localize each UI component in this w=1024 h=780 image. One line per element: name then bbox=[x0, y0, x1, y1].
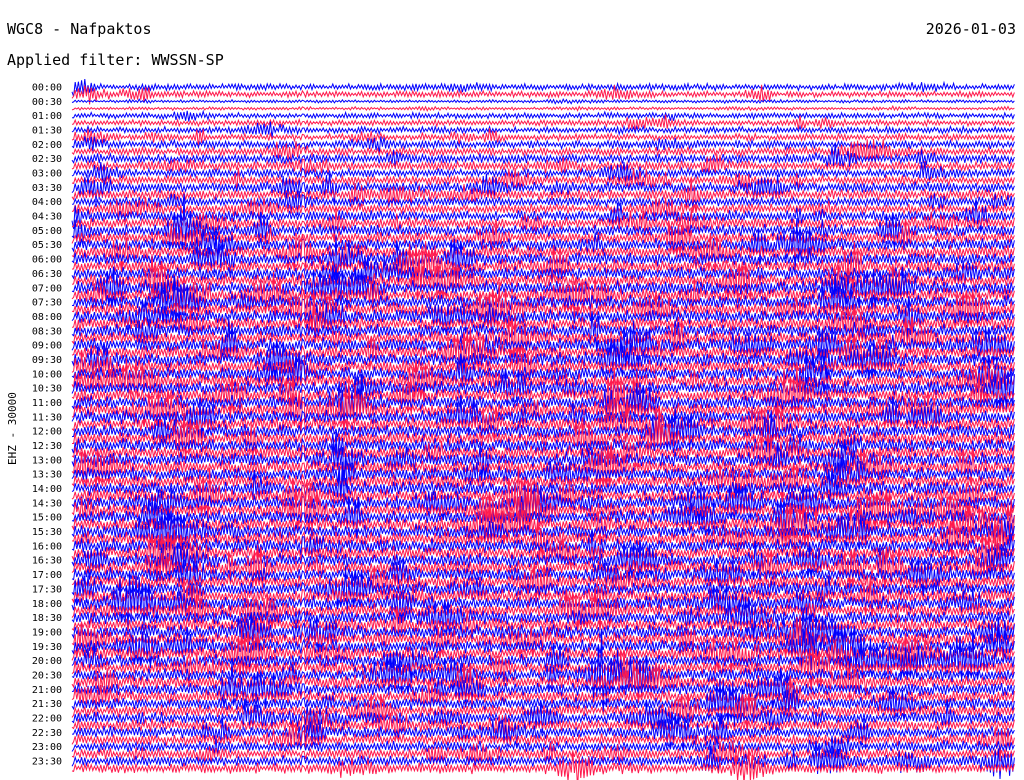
y-tick-label: 19:30 bbox=[32, 642, 62, 653]
y-tick-label: 17:30 bbox=[32, 584, 62, 595]
helicorder-plot: 00:00 00:30 01:00 01:30 02:00 02:30 03:00 03:30… bbox=[32, 79, 1015, 780]
y-tick-label: 10:00 bbox=[32, 369, 62, 380]
y-tick-label: 01:30 bbox=[32, 126, 62, 137]
y-tick-label: 10:30 bbox=[32, 384, 62, 395]
y-tick-label: 23:00 bbox=[32, 742, 62, 753]
y-tick-label: 14:30 bbox=[32, 498, 62, 509]
tick-label-group: 00:00 00:30 01:00 01:30 02:00 02:30 03:00 03:30… bbox=[32, 83, 62, 768]
y-tick-label: 15:30 bbox=[32, 527, 62, 538]
y-tick-label: 11:00 bbox=[32, 398, 62, 409]
y-tick-label: 07:30 bbox=[32, 298, 62, 309]
y-tick-label: 03:00 bbox=[32, 169, 62, 180]
y-tick-label: 11:30 bbox=[32, 412, 62, 423]
y-tick-label: 04:00 bbox=[32, 197, 62, 208]
y-tick-label: 23:30 bbox=[32, 757, 62, 768]
y-tick-label: 04:30 bbox=[32, 212, 62, 223]
y-tick-label: 15:00 bbox=[32, 513, 62, 524]
y-tick-label: 14:00 bbox=[32, 484, 62, 495]
y-tick-label: 06:30 bbox=[32, 269, 62, 280]
y-tick-label: 13:30 bbox=[32, 470, 62, 481]
y-tick-label: 12:00 bbox=[32, 427, 62, 438]
y-tick-label: 21:00 bbox=[32, 685, 62, 696]
y-tick-label: 09:00 bbox=[32, 341, 62, 352]
y-tick-label: 12:30 bbox=[32, 441, 62, 452]
y-tick-label: 20:00 bbox=[32, 656, 62, 667]
y-tick-label: 05:00 bbox=[32, 226, 62, 237]
trace-group bbox=[71, 79, 1015, 780]
y-tick-label: 01:00 bbox=[32, 111, 62, 122]
y-tick-label: 17:00 bbox=[32, 570, 62, 581]
y-tick-label: 00:30 bbox=[32, 97, 62, 108]
y-tick-label: 08:30 bbox=[32, 326, 62, 337]
y-tick-label: 02:30 bbox=[32, 154, 62, 165]
y-tick-label: 07:00 bbox=[32, 283, 62, 294]
y-tick-label: 09:30 bbox=[32, 355, 62, 366]
y-tick-label: 08:00 bbox=[32, 312, 62, 323]
y-tick-label: 16:00 bbox=[32, 541, 62, 552]
y-tick-label: 16:30 bbox=[32, 556, 62, 567]
y-tick-label: 18:30 bbox=[32, 613, 62, 624]
y-tick-label: 06:00 bbox=[32, 255, 62, 266]
y-tick-label: 13:00 bbox=[32, 455, 62, 466]
seismic-trace bbox=[71, 109, 1015, 122]
y-tick-label: 22:30 bbox=[32, 728, 62, 739]
y-tick-label: 05:30 bbox=[32, 240, 62, 251]
y-tick-label: 19:00 bbox=[32, 627, 62, 638]
seismic-trace bbox=[71, 98, 1015, 105]
y-tick-label: 22:00 bbox=[32, 713, 62, 724]
y-tick-label: 03:30 bbox=[32, 183, 62, 194]
y-tick-label: 21:30 bbox=[32, 699, 62, 710]
y-tick-label: 02:00 bbox=[32, 140, 62, 151]
y-tick-label: 00:00 bbox=[32, 83, 62, 94]
seismic-trace bbox=[71, 104, 1015, 113]
y-tick-label: 20:30 bbox=[32, 670, 62, 681]
y-tick-label: 18:00 bbox=[32, 599, 62, 610]
